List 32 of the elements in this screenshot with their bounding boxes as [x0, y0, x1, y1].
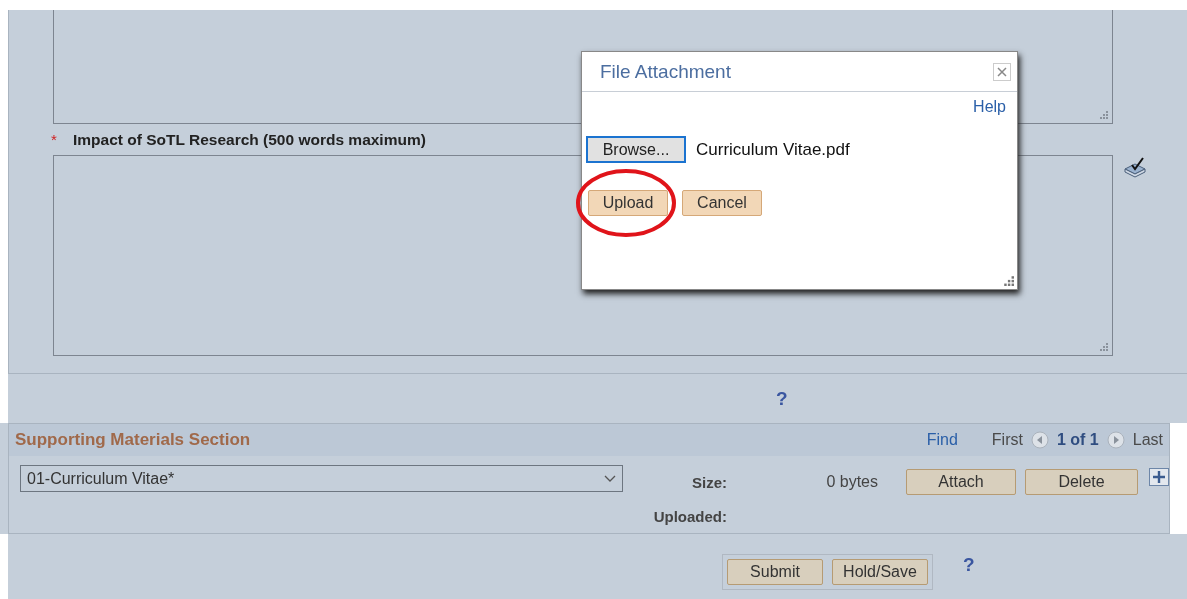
help-link[interactable]: Help: [973, 98, 1006, 116]
next-icon[interactable]: [1106, 431, 1125, 449]
uploaded-label: Uploaded:: [652, 507, 727, 525]
previous-icon[interactable]: [1030, 431, 1049, 449]
dialog-button[interactable]: Upload: [588, 190, 668, 216]
required-mark: *: [51, 131, 58, 148]
find-link[interactable]: Find: [926, 431, 958, 449]
size-label: Size:: [691, 473, 727, 491]
resize-grip-icon[interactable]: [1003, 275, 1014, 286]
first-link[interactable]: First: [991, 431, 1023, 449]
size-value: 0 bytes: [825, 473, 878, 491]
field-label: Impact of SoTL Research (500 words maximum): [73, 130, 426, 149]
action-button[interactable]: Attach: [906, 469, 1016, 495]
footer-button[interactable]: Hold/Save: [832, 559, 928, 585]
dialog-button[interactable]: Cancel: [682, 190, 762, 216]
resize-grip-icon[interactable]: [1099, 342, 1108, 351]
section-title: Supporting Materials Section: [15, 430, 251, 450]
page-position: 1 of 1: [1056, 431, 1099, 449]
spell-check-icon[interactable]: [1123, 157, 1147, 179]
help-link[interactable]: ?: [963, 554, 975, 576]
action-button[interactable]: Delete: [1025, 469, 1138, 495]
document-dropdown[interactable]: 01-Curriculum Vitae*: [20, 465, 623, 492]
help-link[interactable]: ?: [776, 388, 788, 410]
close-icon[interactable]: [993, 62, 1011, 81]
footer-button[interactable]: Submit: [727, 559, 823, 585]
file-name: Curriculum Vitae.pdf: [696, 139, 850, 160]
dialog-title: File Attachment: [600, 60, 731, 83]
resize-grip-icon[interactable]: [1099, 110, 1108, 119]
chevron-down-icon: [604, 474, 616, 483]
last-link[interactable]: Last: [1132, 431, 1163, 449]
add-row-icon[interactable]: [1149, 468, 1169, 486]
browse-button[interactable]: Browse...: [586, 136, 686, 163]
